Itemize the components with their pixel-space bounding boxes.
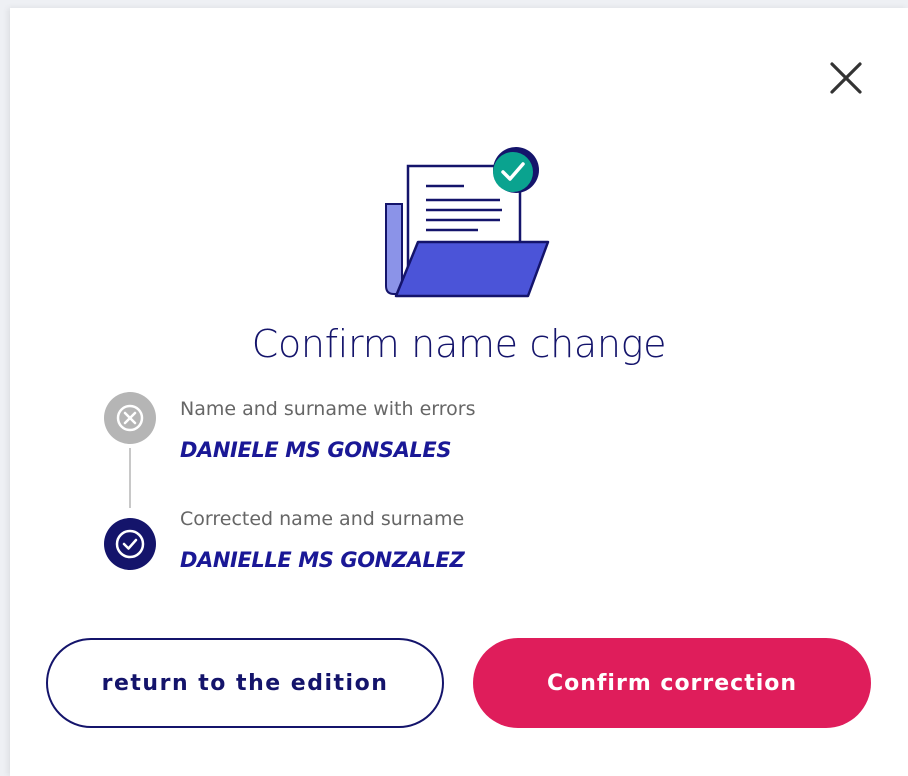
document-folder-check-icon — [385, 147, 550, 298]
close-icon — [830, 62, 862, 94]
dialog-title: Confirm name change — [251, 322, 667, 366]
return-to-edition-button[interactable]: return to the edition — [46, 638, 444, 728]
corrected-name-value: DANIELLE MS GONZALEZ — [180, 548, 465, 572]
close-button[interactable] — [826, 58, 866, 98]
confirm-correction-button[interactable]: Confirm correction — [473, 638, 871, 728]
check-circle-icon — [104, 518, 156, 570]
corrected-name-label: Corrected name and surname — [180, 508, 465, 530]
errors-name-value: DANIELE MS GONSALES — [180, 438, 452, 462]
error-circle-icon — [104, 392, 156, 444]
errors-name-label: Name and surname with errors — [180, 398, 476, 420]
steps-connector-line — [129, 448, 131, 508]
confirm-name-change-dialog: Confirm name change Name and surname wit… — [10, 8, 908, 776]
